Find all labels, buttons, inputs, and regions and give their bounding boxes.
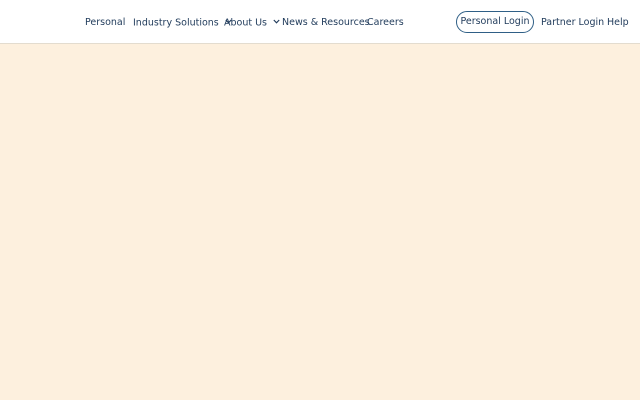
nav-careers[interactable]: Careers <box>367 0 404 44</box>
partner-login-label: Partner Login <box>541 17 605 28</box>
nav-personal[interactable]: Personal <box>85 0 125 44</box>
personal-login-label: Personal Login <box>460 16 530 27</box>
nav-personal-label: Personal <box>85 17 126 28</box>
nav-industry-solutions[interactable]: Industry Solutions <box>133 0 232 44</box>
site-header: Personal Industry Solutions About Us New… <box>0 0 640 44</box>
nav-careers-label: Careers <box>367 17 404 28</box>
nav-about-us-label: About Us <box>224 17 268 29</box>
main-content-area <box>0 44 640 400</box>
help-label: Help <box>607 17 629 28</box>
nav-news-resources[interactable]: News & Resources <box>282 0 370 44</box>
nav-industry-solutions-label: Industry Solutions <box>133 17 219 29</box>
nav-about-us[interactable]: About Us <box>224 0 280 44</box>
help-link[interactable]: Help <box>607 0 629 44</box>
partner-login-link[interactable]: Partner Login <box>541 0 604 44</box>
chevron-down-icon <box>273 0 280 45</box>
personal-login-button[interactable]: Personal Login <box>456 11 534 33</box>
nav-news-resources-label: News & Resources <box>282 17 370 28</box>
